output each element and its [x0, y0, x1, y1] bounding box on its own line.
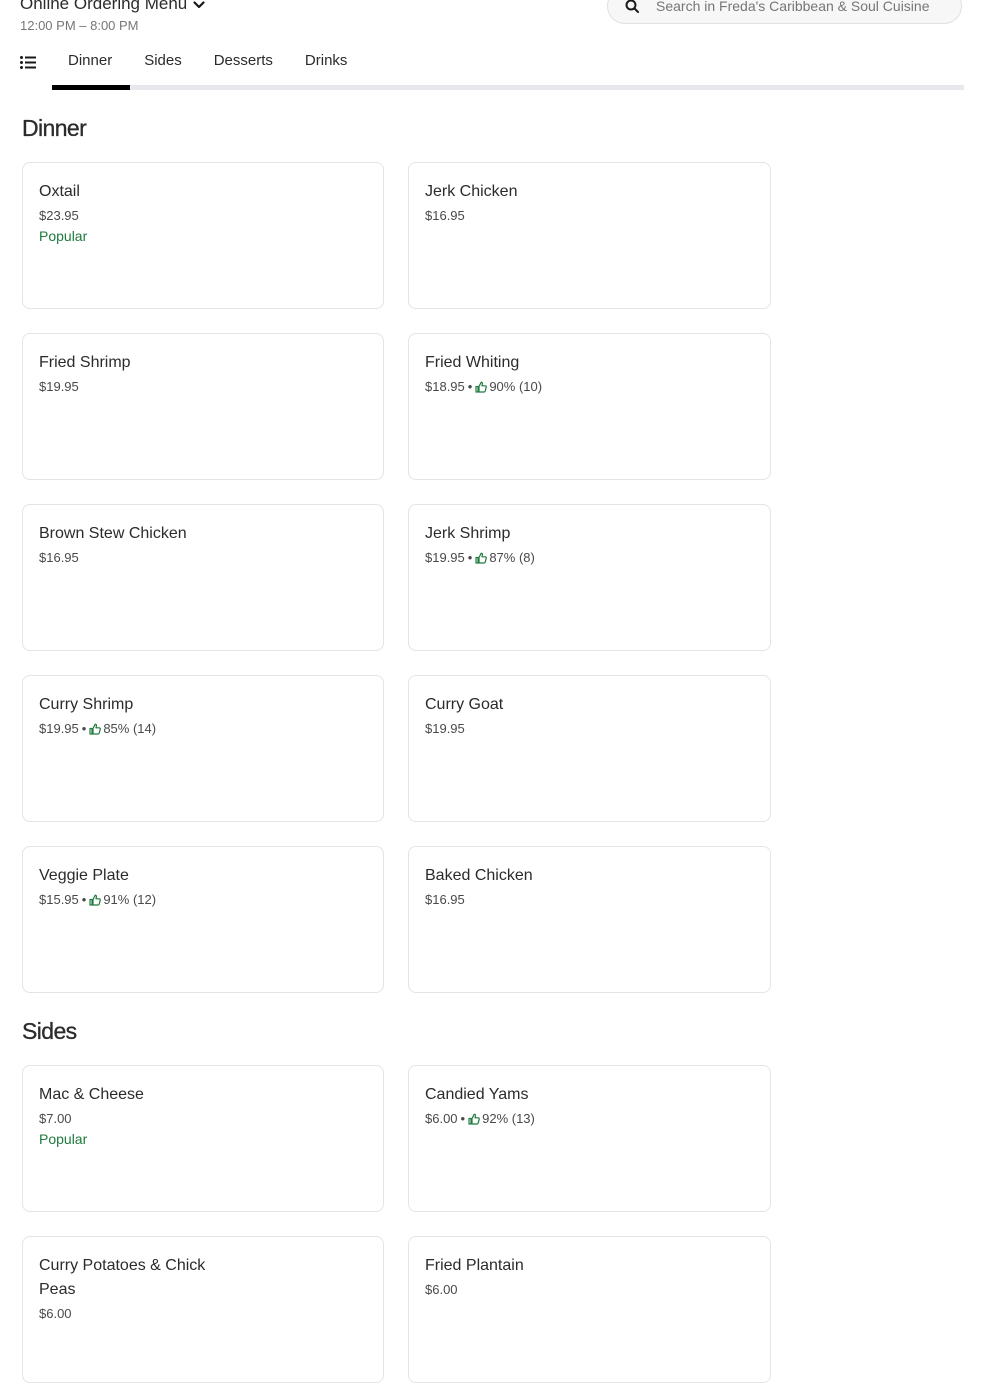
menu-item-card[interactable]: Veggie Plate $15.95 • 91% (12) [22, 846, 384, 993]
item-grid: Oxtail $23.95 Popular Jerk Chicken $16.95 Fri… [22, 162, 771, 993]
item-name: Oxtail [39, 183, 80, 200]
item-rating: 85% (14) [103, 721, 157, 736]
item-meta: $18.95 • 90% (10) [425, 379, 754, 394]
tabs-active-indicator [52, 85, 130, 90]
item-price: $6.00 [425, 1282, 458, 1297]
search-bar[interactable] [607, 0, 962, 24]
thumbs-up-icon [475, 381, 488, 393]
item-name: Curry Shrimp [39, 696, 134, 713]
menu-item-card[interactable]: Fried Plantain $6.00 [408, 1236, 771, 1383]
section-title: Sides [22, 1018, 77, 1044]
separator-dot: • [467, 379, 473, 394]
item-name: Fried Whiting [425, 354, 520, 371]
item-price: $15.95 [39, 892, 79, 907]
item-meta: $6.00 • 92% (13) [425, 1111, 754, 1126]
item-name: Jerk Shrimp [425, 525, 511, 542]
item-price: $6.00 [425, 1111, 458, 1126]
separator-dot: • [467, 550, 473, 565]
item-name: Curry Goat [425, 696, 504, 713]
item-meta: $7.00 [39, 1111, 367, 1126]
menu-item-card[interactable]: Fried Whiting $18.95 • 90% (10) [408, 333, 771, 480]
item-meta: $15.95 • 91% (12) [39, 892, 367, 907]
separator-dot: • [460, 1111, 466, 1126]
item-rating: 91% (12) [103, 892, 157, 907]
thumbs-up-icon [468, 1113, 480, 1125]
menu-item-card[interactable]: Oxtail $23.95 Popular [22, 162, 384, 309]
item-meta: $6.00 [425, 1282, 754, 1297]
item-price: $19.95 [425, 550, 465, 565]
item-meta: $19.95 [39, 379, 367, 394]
popular-badge: Popular [39, 1131, 88, 1147]
separator-dot: • [81, 892, 87, 907]
category-tabs: Dinner Sides Desserts Drinks [52, 48, 363, 72]
item-price: $16.95 [425, 208, 465, 223]
menu-hours: 12:00 PM – 8:00 PM [20, 18, 139, 33]
item-price: $19.95 [39, 379, 79, 394]
item-grid: Mac & Cheese $7.00 Popular Candied Yams $6.0… [22, 1065, 771, 1383]
item-rating: 87% (8) [489, 550, 535, 565]
popular-badge: Popular [39, 228, 88, 244]
tabs-track [52, 85, 964, 90]
section-dinner: Dinner Oxtail $23.95 Popular Jerk Chicken $1… [22, 115, 771, 993]
item-name: Fried Shrimp [39, 354, 131, 371]
separator-dot: • [81, 721, 87, 736]
item-rating: 92% (13) [482, 1111, 535, 1126]
item-name: Mac & Cheese [39, 1086, 144, 1103]
item-meta: $19.95 • 87% (8) [425, 550, 754, 565]
item-meta: $23.95 [39, 208, 367, 223]
menu-title: Online Ordering Menu [20, 0, 188, 13]
item-meta: $16.95 [39, 550, 367, 565]
chevron-down-icon [193, 0, 205, 12]
item-price: $6.00 [39, 1306, 72, 1321]
item-meta: $16.95 [425, 892, 754, 907]
menu-item-card[interactable]: Brown Stew Chicken $16.95 [22, 504, 384, 651]
search-icon [608, 0, 656, 13]
item-price: $7.00 [39, 1111, 72, 1126]
tab-sides[interactable]: Sides [128, 48, 198, 72]
search-input[interactable] [656, 0, 946, 14]
item-meta: $6.00 [39, 1306, 367, 1321]
item-name: Curry Potatoes & Chick Peas [39, 1257, 206, 1298]
item-price: $16.95 [39, 550, 79, 565]
tab-drinks[interactable]: Drinks [289, 48, 364, 72]
item-name: Baked Chicken [425, 867, 533, 884]
item-price: $19.95 [425, 721, 465, 736]
item-name: Fried Plantain [425, 1257, 524, 1274]
item-name: Brown Stew Chicken [39, 525, 187, 542]
item-rating: 90% (10) [489, 379, 543, 394]
item-name: Candied Yams [425, 1086, 529, 1103]
menu-selector[interactable]: Online Ordering Menu [20, 0, 205, 14]
item-price: $16.95 [425, 892, 465, 907]
section-sides: Sides Mac & Cheese $7.00 Popular Candied Ya… [22, 1018, 771, 1383]
menu-item-card[interactable]: Candied Yams $6.00 • 92% (13) [408, 1065, 771, 1212]
item-meta: $19.95 [425, 721, 754, 736]
thumbs-up-icon [89, 723, 102, 735]
thumbs-up-icon [475, 552, 488, 564]
item-price: $18.95 [425, 379, 465, 394]
menu-item-card[interactable]: Curry Goat $19.95 [408, 675, 771, 822]
tab-desserts[interactable]: Desserts [198, 48, 289, 72]
menu-item-card[interactable]: Baked Chicken $16.95 [408, 846, 771, 993]
thumbs-up-icon [89, 894, 102, 906]
menu-item-card[interactable]: Mac & Cheese $7.00 Popular [22, 1065, 384, 1212]
category-list-icon[interactable] [20, 56, 36, 74]
item-meta: $19.95 • 85% (14) [39, 721, 367, 736]
menu-item-card[interactable]: Jerk Shrimp $19.95 • 87% (8) [408, 504, 771, 651]
item-price: $19.95 [39, 721, 79, 736]
section-title: Dinner [22, 115, 87, 141]
menu-item-card[interactable]: Fried Shrimp $19.95 [22, 333, 384, 480]
item-price: $23.95 [39, 208, 79, 223]
menu-item-card[interactable]: Curry Shrimp $19.95 • 85% (14) [22, 675, 384, 822]
menu-item-card[interactable]: Jerk Chicken $16.95 [408, 162, 771, 309]
item-meta: $16.95 [425, 208, 754, 223]
item-name: Veggie Plate [39, 867, 129, 884]
menu-item-card[interactable]: Curry Potatoes & Chick Peas $6.00 [22, 1236, 384, 1383]
tab-dinner[interactable]: Dinner [52, 48, 128, 72]
item-name: Jerk Chicken [425, 183, 518, 200]
